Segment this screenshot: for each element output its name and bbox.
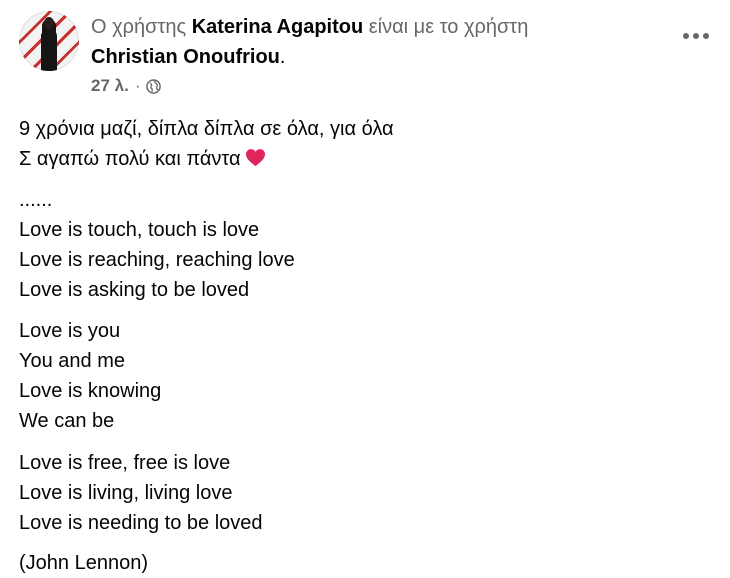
post-line: We can be	[19, 410, 115, 432]
header-suffix: .	[279, 46, 286, 68]
tagged-user-link[interactable]: Christian Onoufriou	[91, 46, 280, 68]
heart-icon	[245, 149, 265, 167]
post-timestamp-link[interactable]: 27 λ.	[91, 75, 129, 97]
post-header-continued: Christian Onoufriou.	[91, 45, 285, 69]
post-line: (John Lennon)	[19, 552, 148, 574]
post-paragraph: Love is you You and me Love is knowing W…	[19, 316, 709, 436]
post-line: Love is touch, touch is love	[19, 219, 260, 241]
header-middle: είναι με το χρήστη	[363, 16, 529, 38]
post-meta: 27 λ. ·	[91, 75, 162, 97]
avatar[interactable]	[19, 11, 79, 71]
post-line: Σ αγαπώ πολύ και πάντα	[19, 148, 241, 170]
post-paragraph: Love is free, free is love Love is livin…	[19, 448, 709, 538]
globe-icon[interactable]	[146, 78, 162, 94]
post-line-with-emoji: Σ αγαπώ πολύ και πάντα	[19, 144, 709, 174]
avatar-photo	[40, 17, 58, 71]
post-header: Ο χρήστης Katerina Agapitou είναι με το …	[91, 15, 651, 39]
header-prefix: Ο χρήστης	[91, 16, 192, 38]
post-line: Love is needing to be loved	[19, 512, 263, 534]
post-line: 9 χρόνια μαζί, δίπλα δίπλα σε όλα, για ό…	[19, 118, 394, 140]
post-line: Love is free, free is love	[19, 452, 231, 474]
meta-separator: ·	[134, 76, 141, 95]
post-paragraph: (John Lennon)	[19, 548, 709, 578]
post-line: Love is knowing	[19, 380, 162, 402]
author-name-link[interactable]: Katerina Agapitou	[192, 16, 364, 38]
post-body: 9 χρόνια μαζί, δίπλα δίπλα σε όλα, για ό…	[19, 114, 709, 578]
post-line: You and me	[19, 350, 126, 372]
post-line: ......	[19, 189, 53, 211]
post-line: Love is living, living love	[19, 482, 233, 504]
post-line: Love is reaching, reaching love	[19, 249, 295, 271]
post-line: Love is you	[19, 320, 121, 342]
more-options-icon[interactable]	[678, 24, 714, 48]
post-paragraph: ...... Love is touch, touch is love Love…	[19, 185, 709, 305]
post-paragraph: 9 χρόνια μαζί, δίπλα δίπλα σε όλα, για ό…	[19, 114, 709, 174]
post-line: Love is asking to be loved	[19, 279, 250, 301]
